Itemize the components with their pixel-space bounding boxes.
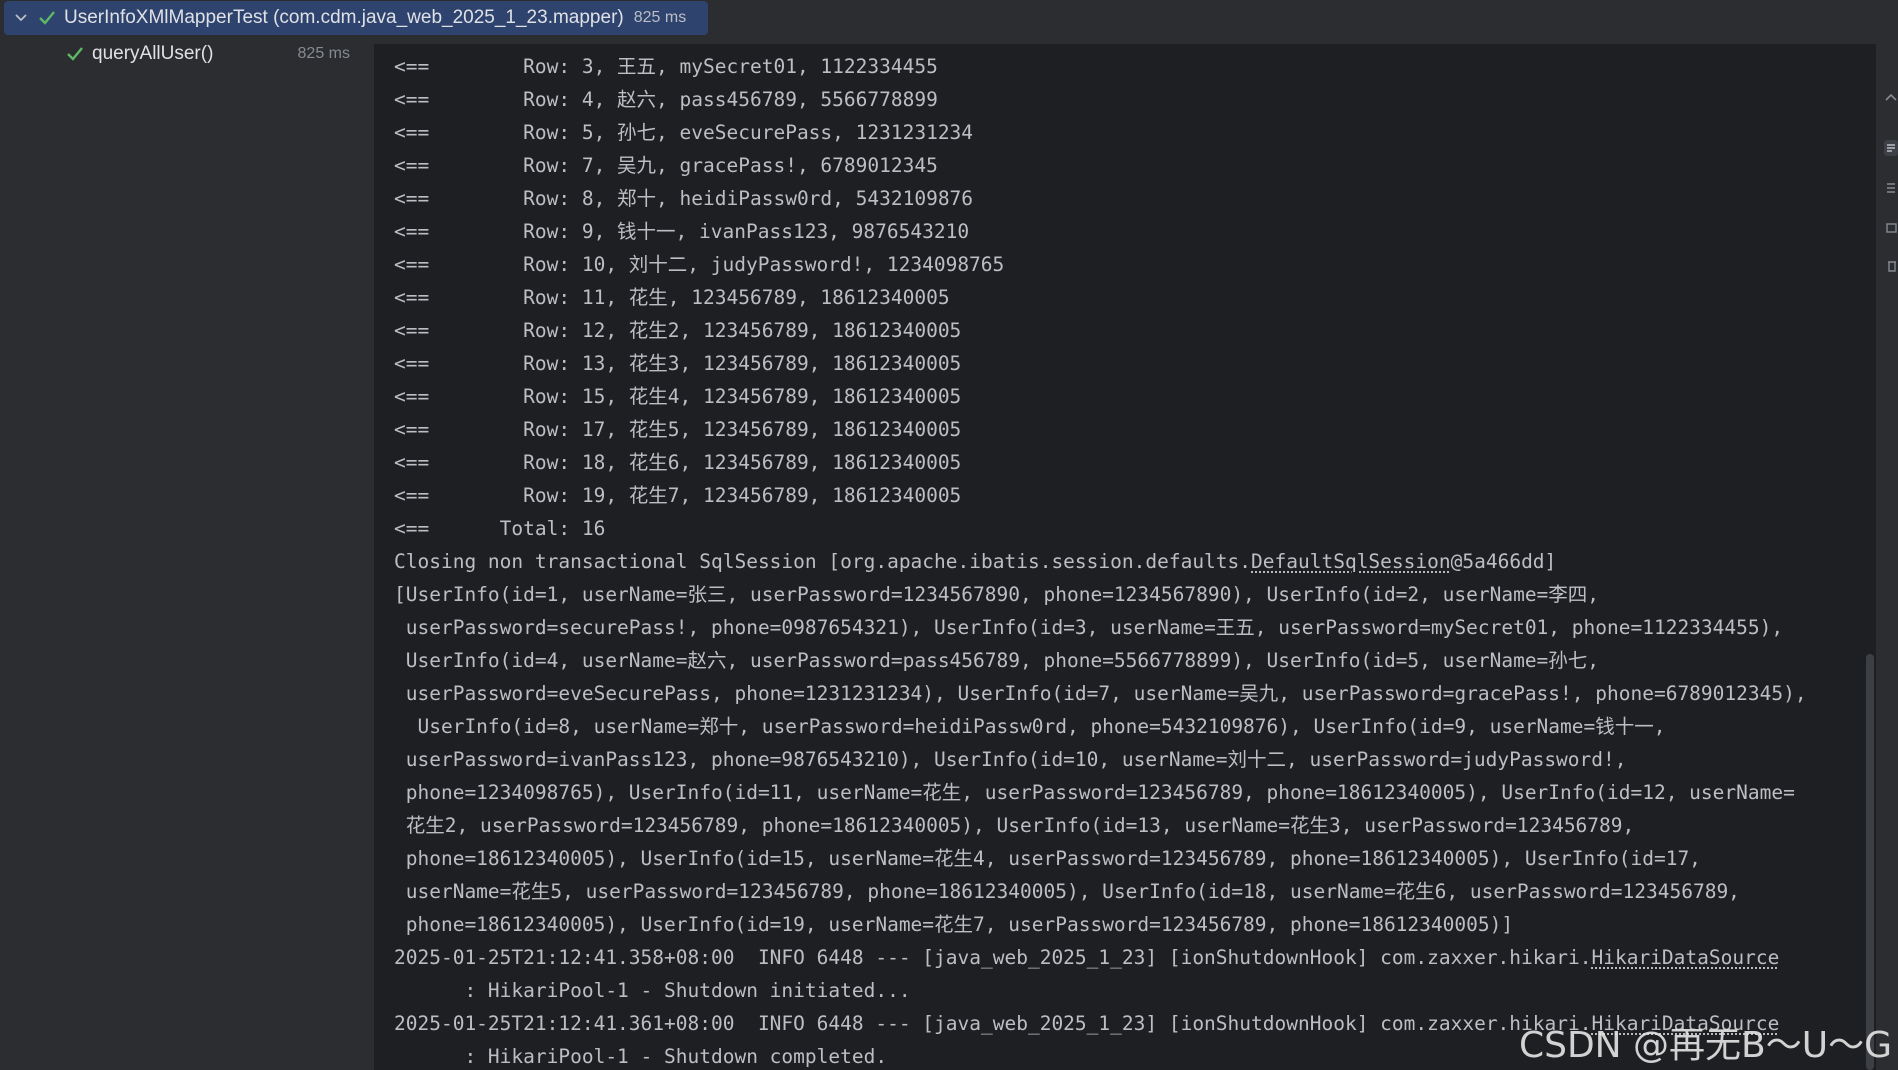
console-line: <== Row: 19, 花生7, 123456789, 18612340005 xyxy=(394,479,1807,512)
console-line: 2025-01-25T21:12:41.358+08:00 INFO 6448 … xyxy=(394,941,1807,974)
console-text: <== Row: 18, 花生6, 123456789, 18612340005 xyxy=(394,451,962,474)
console-line: phone=18612340005), UserInfo(id=19, user… xyxy=(394,908,1807,941)
console-line: <== Row: 13, 花生3, 123456789, 18612340005 xyxy=(394,347,1807,380)
passed-check-icon xyxy=(67,47,83,61)
console-line: <== Row: 17, 花生5, 123456789, 18612340005 xyxy=(394,413,1807,446)
console-text: 2025-01-25T21:12:41.358+08:00 INFO 6448 … xyxy=(394,946,1592,969)
console-text: <== Total: 16 xyxy=(394,517,606,540)
console-text: phone=1234098765), UserInfo(id=11, userN… xyxy=(394,781,1795,804)
console-text: UserInfo(id=8, userName=郑十, userPassword… xyxy=(394,715,1666,738)
clear-all-icon[interactable] xyxy=(1884,258,1898,274)
soft-wrap-icon[interactable] xyxy=(1884,140,1898,156)
test-method-node[interactable]: queryAllUser() 825 ms xyxy=(0,37,374,71)
console-text: : HikariPool-1 - Shutdown initiated... xyxy=(394,979,911,1002)
test-method-label: queryAllUser() xyxy=(92,43,214,64)
test-method-duration: 825 ms xyxy=(297,45,350,62)
console-text: userPassword=eveSecurePass, phone=123123… xyxy=(394,682,1807,705)
console-text: <== Row: 12, 花生2, 123456789, 18612340005 xyxy=(394,319,962,342)
console-line: <== Row: 12, 花生2, 123456789, 18612340005 xyxy=(394,314,1807,347)
console-text: <== Row: 7, 吴九, gracePass!, 6789012345 xyxy=(394,154,938,177)
console-line: phone=18612340005), UserInfo(id=15, user… xyxy=(394,842,1807,875)
test-class-node[interactable]: UserInfoXMlMapperTest (com.cdm.java_web_… xyxy=(4,1,708,35)
console-line: : HikariPool-1 - Shutdown initiated... xyxy=(394,974,1807,1007)
chevron-down-icon[interactable] xyxy=(14,11,28,25)
console-text: <== Row: 11, 花生, 123456789, 18612340005 xyxy=(394,286,950,309)
test-class-duration: 825 ms xyxy=(633,9,687,26)
console-text: <== Row: 3, 王五, mySecret01, 1122334455 xyxy=(394,55,938,78)
console-line: <== Row: 11, 花生, 123456789, 18612340005 xyxy=(394,281,1807,314)
csdn-watermark: CSDN @再无B～U～G xyxy=(1518,1025,1892,1066)
console-line: <== Row: 18, 花生6, 123456789, 18612340005 xyxy=(394,446,1807,479)
console-text: <== Row: 4, 赵六, pass456789, 5566778899 xyxy=(394,88,938,111)
console-text: Closing non transactional SqlSession [or… xyxy=(394,550,1252,573)
test-results-tree: UserInfoXMlMapperTest (com.cdm.java_web_… xyxy=(0,0,708,1070)
print-icon[interactable] xyxy=(1884,220,1898,236)
console-text: UserInfo(id=4, userName=赵六, userPassword… xyxy=(394,649,1600,672)
console-line: UserInfo(id=4, userName=赵六, userPassword… xyxy=(394,644,1807,677)
console-text: userPassword=securePass!, phone=09876543… xyxy=(394,616,1784,639)
console-line: <== Row: 15, 花生4, 123456789, 18612340005 xyxy=(394,380,1807,413)
console-line: <== Row: 10, 刘十二, judyPassword!, 1234098… xyxy=(394,248,1807,281)
console-text: [UserInfo(id=1, userName=张三, userPasswor… xyxy=(394,583,1600,606)
console-text: 花生2, userPassword=123456789, phone=18612… xyxy=(394,814,1635,837)
console-text: 2025-01-25T21:12:41.361+08:00 INFO 6448 … xyxy=(394,1012,1592,1035)
console-class-link[interactable]: DefaultSqlSession xyxy=(1251,550,1451,573)
console-output[interactable]: <== Row: 3, 王五, mySecret01, 1122334455 <=… xyxy=(374,44,1876,1070)
console-text: @5a466dd] xyxy=(1450,550,1557,573)
console-line: <== Row: 5, 孙七, eveSecurePass, 123123123… xyxy=(394,116,1807,149)
console-line: phone=1234098765), UserInfo(id=11, userN… xyxy=(394,776,1807,809)
right-tool-strip xyxy=(1876,0,1898,1070)
console-line: <== Total: 16 xyxy=(394,512,1807,545)
console-text: userName=花生5, userPassword=123456789, ph… xyxy=(394,880,1740,903)
console-scrollbar[interactable] xyxy=(1866,654,1874,1070)
console-text: <== Row: 19, 花生7, 123456789, 18612340005 xyxy=(394,484,962,507)
filter-lines-icon[interactable] xyxy=(1884,180,1898,196)
console-line: <== Row: 4, 赵六, pass456789, 5566778899 xyxy=(394,83,1807,116)
scroll-up-icon[interactable] xyxy=(1884,90,1898,106)
console-text: phone=18612340005), UserInfo(id=19, user… xyxy=(394,913,1514,936)
console-line: Closing non transactional SqlSession [or… xyxy=(394,545,1807,578)
console-line: 花生2, userPassword=123456789, phone=18612… xyxy=(394,809,1807,842)
console-line: <== Row: 8, 郑十, heidiPassw0rd, 543210987… xyxy=(394,182,1807,215)
console-line: userPassword=eveSecurePass, phone=123123… xyxy=(394,677,1807,710)
console-line: userPassword=securePass!, phone=09876543… xyxy=(394,611,1807,644)
test-class-label: UserInfoXMlMapperTest (com.cdm.java_web_… xyxy=(64,7,624,28)
passed-check-icon xyxy=(39,11,55,25)
console-text: <== Row: 5, 孙七, eveSecurePass, 123123123… xyxy=(394,121,974,144)
console-text: phone=18612340005), UserInfo(id=15, user… xyxy=(394,847,1701,870)
console-line: [UserInfo(id=1, userName=张三, userPasswor… xyxy=(394,578,1807,611)
console-text: <== Row: 10, 刘十二, judyPassword!, 1234098… xyxy=(394,253,1005,276)
console-text: userPassword=ivanPass123, phone=98765432… xyxy=(394,748,1627,771)
console-text: <== Row: 15, 花生4, 123456789, 18612340005 xyxy=(394,385,962,408)
console-text: : HikariPool-1 - Shutdown completed. xyxy=(394,1045,888,1068)
console-text: <== Row: 8, 郑十, heidiPassw0rd, 543210987… xyxy=(394,187,974,210)
console-class-link[interactable]: HikariDataSource xyxy=(1591,946,1779,969)
console-line: <== Row: 3, 王五, mySecret01, 1122334455 xyxy=(394,50,1807,83)
console-line: <== Row: 7, 吴九, gracePass!, 6789012345 xyxy=(394,149,1807,182)
console-line: UserInfo(id=8, userName=郑十, userPassword… xyxy=(394,710,1807,743)
console-line: userName=花生5, userPassword=123456789, ph… xyxy=(394,875,1807,908)
console-line: <== Row: 9, 钱十一, ivanPass123, 9876543210 xyxy=(394,215,1807,248)
console-line: userPassword=ivanPass123, phone=98765432… xyxy=(394,743,1807,776)
console-lines: <== Row: 3, 王五, mySecret01, 1122334455 <=… xyxy=(394,50,1807,1070)
console-text: <== Row: 17, 花生5, 123456789, 18612340005 xyxy=(394,418,962,441)
console-text: <== Row: 9, 钱十一, ivanPass123, 9876543210 xyxy=(394,220,970,243)
console-text: <== Row: 13, 花生3, 123456789, 18612340005 xyxy=(394,352,962,375)
